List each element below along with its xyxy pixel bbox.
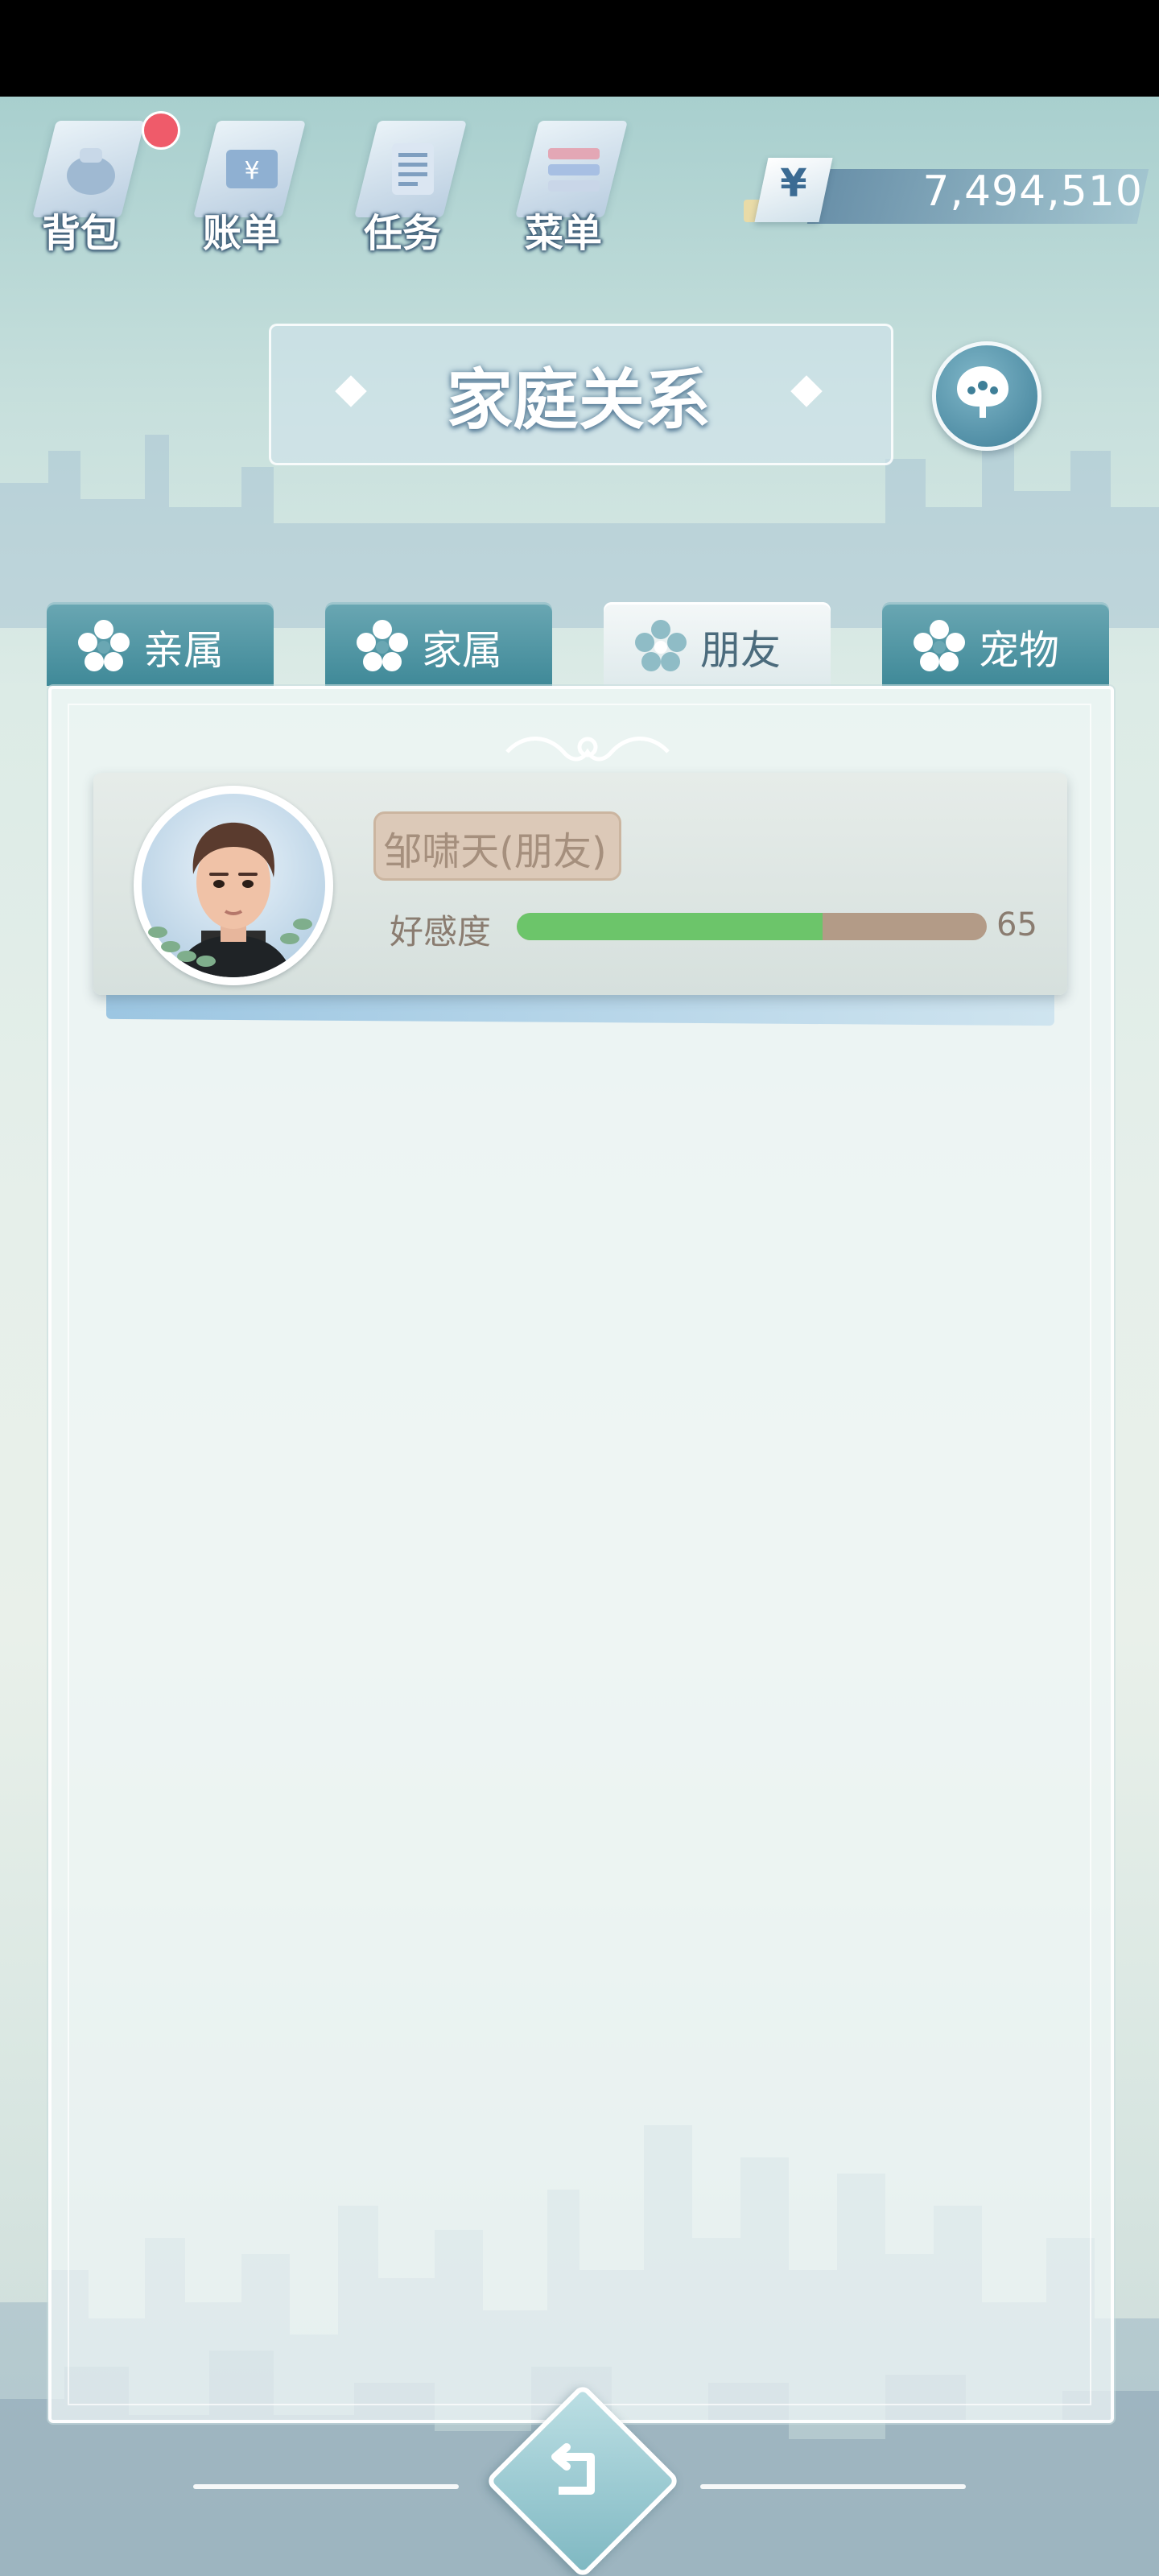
divider-right [700, 2484, 966, 2489]
toolbar-task-button[interactable]: 任务 [338, 105, 475, 266]
tab-relatives[interactable]: 亲属 [47, 602, 274, 686]
toolbar-menu-button[interactable]: 菜单 [499, 105, 636, 266]
yen-icon: ¥ [780, 161, 807, 206]
flower-icon [357, 620, 408, 671]
tab-friends[interactable]: 朋友 [604, 602, 831, 686]
currency-value: 7,494,510 [922, 167, 1143, 216]
ornament-icon [505, 737, 670, 762]
character-name: 邹啸天(朋友) [383, 829, 607, 874]
affinity-value: 65 [996, 906, 1037, 943]
status-bar [0, 0, 1159, 97]
tab-label: 家属 [422, 627, 502, 674]
family-tree-icon [957, 366, 1008, 418]
affinity-bar-fill [517, 913, 823, 940]
toolbar-backpack-button[interactable]: 背包 [16, 105, 153, 266]
family-tree-button[interactable] [932, 341, 1041, 451]
tab-pets[interactable]: 宠物 [882, 602, 1109, 686]
affinity-bar [517, 913, 987, 940]
flower-icon [78, 620, 130, 671]
flower-icon [914, 620, 965, 671]
back-arrow-icon [551, 2443, 595, 2495]
tab-label: 朋友 [700, 627, 781, 674]
page-title: 家庭关系 [446, 362, 711, 439]
notification-badge [142, 111, 180, 150]
flower-icon [635, 620, 687, 671]
toolbar-label: 菜单 [524, 211, 602, 256]
toolbar-label: 账单 [202, 211, 280, 256]
affinity-label: 好感度 [390, 912, 492, 952]
divider-left [193, 2484, 459, 2489]
toolbar-bill-button[interactable]: ¥ 账单 [177, 105, 314, 266]
tab-label: 宠物 [979, 627, 1059, 674]
toolbar-label: 背包 [41, 211, 119, 256]
leaf-wreath-icon [148, 919, 312, 967]
svg-text:¥: ¥ [244, 157, 259, 185]
tab-household[interactable]: 家属 [325, 602, 552, 686]
toolbar-label: 任务 [363, 211, 441, 256]
tab-label: 亲属 [143, 627, 224, 674]
